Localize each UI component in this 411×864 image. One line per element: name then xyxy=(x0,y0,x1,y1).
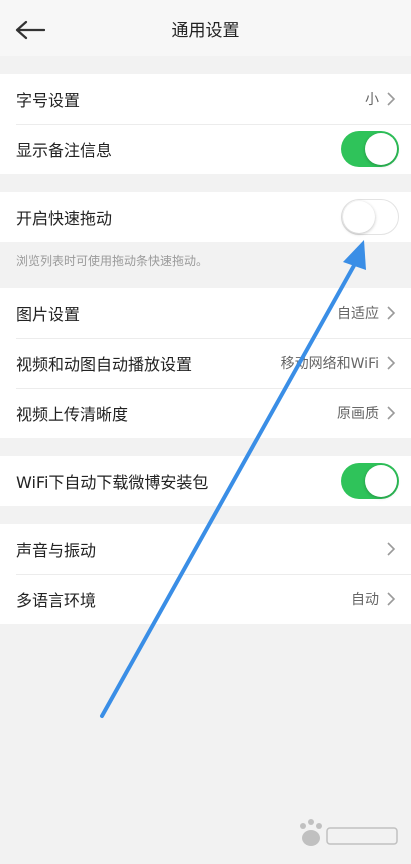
chevron-right-icon xyxy=(383,405,399,421)
sound-vibration-row[interactable]: 声音与振动 xyxy=(0,524,411,574)
fast-scroll-group: 开启快速拖动 xyxy=(0,192,411,242)
autoplay-settings-value: 移动网络和WiFi xyxy=(280,356,379,372)
upload-quality-label: 视频上传清晰度 xyxy=(16,405,129,424)
language-value: 自动 xyxy=(351,592,379,608)
fast-scroll-row: 开启快速拖动 xyxy=(0,192,411,242)
font-size-row[interactable]: 字号设置 小 xyxy=(0,74,411,124)
toggle-knob xyxy=(365,133,397,165)
top-bar: 通用设置 xyxy=(0,0,411,56)
autoplay-settings-label: 视频和动图自动播放设置 xyxy=(16,355,193,374)
watermark-logo-icon xyxy=(300,819,398,846)
image-settings-value: 自适应 xyxy=(337,306,379,322)
show-remark-row: 显示备注信息 xyxy=(0,124,411,174)
wifi-download-label: WiFi下自动下载微博安装包 xyxy=(16,473,209,492)
fast-scroll-hint: 浏览列表时可使用拖动条快速拖动。 xyxy=(16,254,209,268)
toggle-knob xyxy=(343,201,375,233)
chevron-right-icon xyxy=(383,91,399,107)
show-remark-label: 显示备注信息 xyxy=(16,141,113,160)
upload-quality-value: 原画质 xyxy=(337,406,379,422)
wifi-download-row: WiFi下自动下载微博安装包 xyxy=(0,456,411,506)
page-title: 通用设置 xyxy=(171,20,240,41)
image-settings-label: 图片设置 xyxy=(16,305,81,324)
show-remark-toggle[interactable] xyxy=(341,131,399,167)
download-group: WiFi下自动下载微博安装包 xyxy=(0,456,411,506)
media-settings-group: 图片设置 自适应 视频和动图自动播放设置 移动网络和WiFi 视频上传清晰度 原… xyxy=(0,288,411,438)
upload-quality-row[interactable]: 视频上传清晰度 原画质 xyxy=(0,388,411,438)
chevron-right-icon xyxy=(383,305,399,321)
image-settings-row[interactable]: 图片设置 自适应 xyxy=(0,288,411,338)
language-row[interactable]: 多语言环境 自动 xyxy=(0,574,411,624)
misc-group: 声音与振动 多语言环境 自动 xyxy=(0,524,411,624)
chevron-right-icon xyxy=(383,355,399,371)
language-label: 多语言环境 xyxy=(16,591,97,610)
fast-scroll-label: 开启快速拖动 xyxy=(16,209,113,228)
wifi-download-toggle[interactable] xyxy=(341,463,399,499)
sound-vibration-label: 声音与振动 xyxy=(16,541,97,560)
text-settings-group: 字号设置 小 显示备注信息 xyxy=(0,74,411,174)
back-arrow-icon xyxy=(15,20,45,40)
autoplay-settings-row[interactable]: 视频和动图自动播放设置 移动网络和WiFi xyxy=(0,338,411,388)
chevron-right-icon xyxy=(383,591,399,607)
back-button[interactable] xyxy=(12,12,48,48)
chevron-right-icon xyxy=(383,541,399,557)
toggle-knob xyxy=(365,465,397,497)
font-size-label: 字号设置 xyxy=(16,91,81,110)
fast-scroll-toggle[interactable] xyxy=(341,199,399,235)
font-size-value: 小 xyxy=(365,92,379,108)
